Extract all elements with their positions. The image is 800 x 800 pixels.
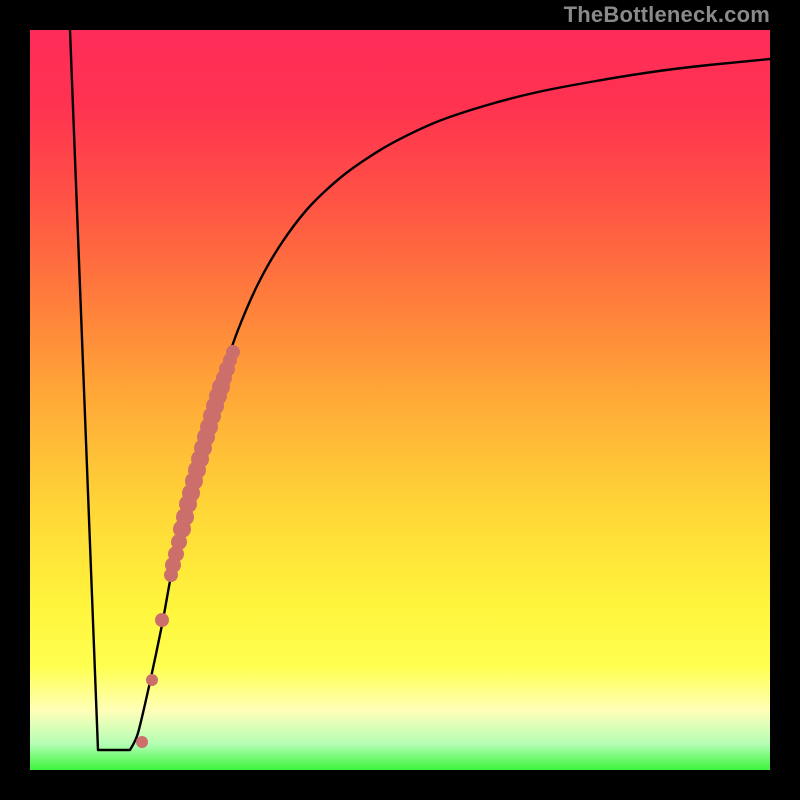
- watermark-label: TheBottleneck.com: [564, 2, 770, 28]
- bottleneck-curve: [70, 30, 770, 750]
- highlight-markers: [136, 345, 240, 748]
- highlight-marker: [146, 674, 158, 686]
- curve-svg: [30, 30, 770, 770]
- chart-frame: TheBottleneck.com: [0, 0, 800, 800]
- highlight-marker: [136, 736, 148, 748]
- plot-area: [30, 30, 770, 770]
- highlight-marker: [226, 345, 240, 359]
- highlight-marker: [155, 613, 169, 627]
